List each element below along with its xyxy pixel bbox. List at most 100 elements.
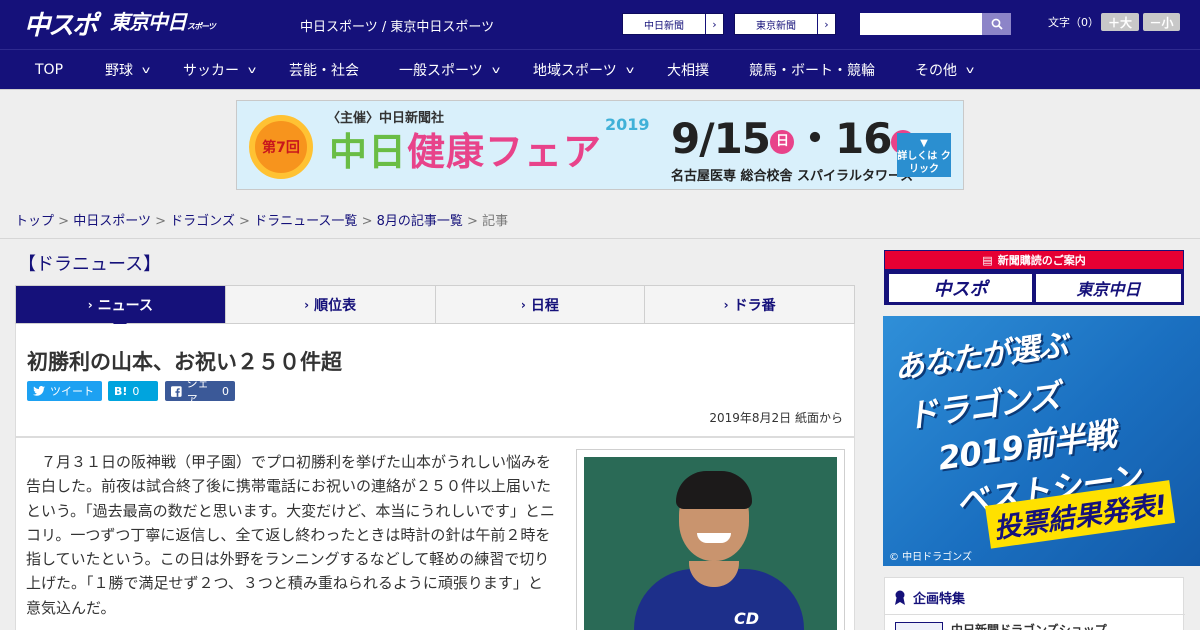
banner-detail-label: 詳しくは クリック: [897, 151, 951, 175]
site-names: 中日スポーツ / 東京中日スポーツ: [300, 20, 495, 35]
chevron-down-icon: v: [965, 64, 975, 76]
logo-chuspo: 中スポ: [24, 11, 98, 41]
chevron-down-icon: v: [625, 64, 634, 76]
chevron-right-icon: ›: [817, 14, 835, 34]
banner-dates: 9/15日・16祝: [671, 114, 916, 163]
breadcrumb-sep: >: [58, 214, 70, 229]
article-photo[interactable]: CD: [576, 449, 845, 630]
nav-item-label: 一般スポーツ: [399, 63, 483, 79]
chunichi-shimbun-link[interactable]: 中日新聞 ›: [622, 13, 724, 35]
nav-item-soccer[interactable]: サッカー v: [183, 50, 257, 90]
nav-item-baseball[interactable]: 野球 v: [105, 50, 151, 90]
tab-standings[interactable]: › 順位表: [224, 286, 435, 323]
banner-title: 中日健康フェア: [329, 127, 602, 177]
nav-item-label: サッカー: [183, 63, 239, 79]
subscription-box: ▤ 新聞購読のご案内 中スポ 東京中日: [884, 250, 1184, 305]
banner-venue: 名古屋医専 総合校舎 スパイラルタワーズ: [671, 169, 914, 184]
banner-date-sep: ・: [794, 114, 836, 163]
subscription-header: ▤ 新聞購読のご案内: [885, 251, 1183, 269]
font-increase-button[interactable]: ＋大: [1101, 13, 1139, 31]
nav-item-entertainment[interactable]: 芸能・社会: [289, 50, 359, 90]
search-button[interactable]: [982, 13, 1011, 35]
logo-tokyo-chunichi: 東京中日スポーツ: [110, 10, 216, 39]
nav-item-other[interactable]: その他 v: [915, 50, 975, 90]
tokyo-shimbun-link[interactable]: 東京新聞 ›: [734, 13, 836, 35]
facebook-share-button[interactable]: シェア 0: [165, 377, 235, 406]
breadcrumb-link[interactable]: ドラニュース一覧: [254, 214, 357, 229]
logo-sub-text: 東京中日: [110, 10, 187, 34]
breadcrumb-sep: >: [361, 214, 373, 229]
subscribe-tokyo-chunichi-button[interactable]: 東京中日: [1036, 274, 1181, 302]
nav-item-general-sports[interactable]: 一般スポーツ v: [399, 50, 500, 90]
breadcrumb-sep: >: [239, 214, 250, 229]
breadcrumb-link[interactable]: ドラゴンズ: [170, 214, 235, 229]
facebook-share-label: シェア: [186, 377, 209, 406]
facebook-icon: [171, 385, 182, 397]
tweet-button[interactable]: ツイート: [27, 381, 102, 401]
dragons-best-scene-ad[interactable]: あなたが選ぶ ドラゴンズ 2019前半戦 ベストシーン 投票結果発表! © 中日…: [883, 316, 1200, 566]
breadcrumb-sep: >: [467, 214, 478, 229]
ribbon-icon: [895, 590, 905, 605]
breadcrumb-link[interactable]: 8月の記事一覧: [377, 214, 463, 229]
feature-box: 企画特集 中日新聞ドラゴンズショップ: [884, 577, 1185, 630]
tab-news[interactable]: › ニュース: [16, 286, 225, 331]
subscription-header-label: 新聞購読のご案内: [997, 254, 1086, 267]
banner-title-part: フェア: [485, 130, 603, 174]
font-size-label: 文字（0）: [1048, 16, 1099, 29]
site-logo[interactable]: 中スポ 東京中日スポーツ: [24, 10, 216, 41]
newspaper-icon: ▤: [982, 253, 993, 267]
breadcrumb: トップ > 中日スポーツ > ドラゴンズ > ドラニュース一覧 > 8月の記事一…: [15, 210, 508, 229]
nav-item-racing[interactable]: 競馬・ボート・競輪: [749, 50, 875, 90]
chevron-right-icon: ›: [520, 297, 526, 312]
ad-copyright: © 中日ドラゴンズ: [889, 552, 972, 563]
feature-divider: [885, 614, 1185, 615]
nav-item-label: 野球: [105, 63, 133, 79]
dragons-tabs: › ニュース › 順位表 › 日程 › ドラ番: [15, 285, 855, 331]
banner-year: 2019: [605, 115, 650, 134]
breadcrumb-link[interactable]: トップ: [15, 214, 54, 229]
feature-item-link[interactable]: 中日新聞ドラゴンズショップ: [951, 621, 1107, 630]
banner-day: 日: [770, 129, 795, 154]
chevron-right-icon: ›: [705, 14, 723, 34]
facebook-count: 0: [222, 384, 229, 398]
top-header: 中スポ 東京中日スポーツ 中日スポーツ / 東京中日スポーツ 中日新聞 › 東京…: [0, 0, 1200, 49]
font-decrease-button[interactable]: －小: [1143, 13, 1180, 31]
hatena-count: 0: [132, 384, 140, 398]
banner-title-part: 中日: [329, 130, 408, 174]
banner-title-part: 健康: [407, 130, 486, 174]
photo-hair: [676, 471, 752, 509]
article-header: 初勝利の山本、お祝い２５０件超 ツイート B! 0 シェア 0 2019年8月2日…: [15, 324, 855, 437]
section-title: 【ドラニュース】: [18, 254, 162, 275]
banner-date: 16: [835, 114, 892, 163]
breadcrumb-link[interactable]: 中日スポーツ: [73, 214, 151, 229]
shop-thumbnail[interactable]: [895, 622, 943, 630]
subscribe-chuspo-button[interactable]: 中スポ: [889, 274, 1032, 302]
logo-sub-small: スポーツ: [187, 22, 216, 31]
chevron-right-icon: ›: [723, 297, 729, 312]
nav-divider: [0, 89, 1200, 90]
banner-date: 9/15: [671, 114, 771, 163]
nav-item-label: TOP: [35, 62, 64, 78]
chevron-down-icon: v: [141, 64, 151, 76]
article-body: ７月３１日の阪神戦（甲子園）でプロ初勝利を挙げた山本がうれしい悩みを告白した。前…: [15, 437, 855, 630]
badge-flower-icon: 第7回: [249, 115, 313, 179]
health-fair-banner[interactable]: 第7回 〈主催〉中日新聞社 中日健康フェア 2019 9/15日・16祝 名古屋…: [236, 100, 964, 190]
feature-header: 企画特集: [893, 588, 965, 607]
nav-item-sumo[interactable]: 大相撲: [667, 50, 709, 90]
banner-badge: 第7回: [262, 140, 300, 156]
nav-item-top[interactable]: TOP: [35, 50, 63, 90]
player-photo: CD: [584, 457, 837, 630]
tab-schedule[interactable]: › 日程: [434, 286, 645, 323]
tweet-label: ツイート: [50, 385, 94, 398]
chevron-down-icon: v: [247, 64, 257, 76]
hatena-bookmark-button[interactable]: B! 0: [108, 381, 158, 401]
nav-item-label: その他: [915, 63, 957, 79]
banner-detail-button[interactable]: ▼ 詳しくは クリック: [897, 133, 951, 177]
publish-date: 2019年8月2日 紙面から: [709, 411, 843, 425]
nav-item-regional-sports[interactable]: 地域スポーツ v: [533, 50, 634, 90]
banner-host: 〈主催〉中日新聞社: [327, 111, 445, 126]
search-input[interactable]: [860, 13, 982, 35]
breadcrumb-sep: >: [155, 214, 166, 229]
tab-dragons-reporter[interactable]: › ドラ番: [644, 286, 854, 323]
chevron-right-icon: ›: [87, 297, 93, 312]
